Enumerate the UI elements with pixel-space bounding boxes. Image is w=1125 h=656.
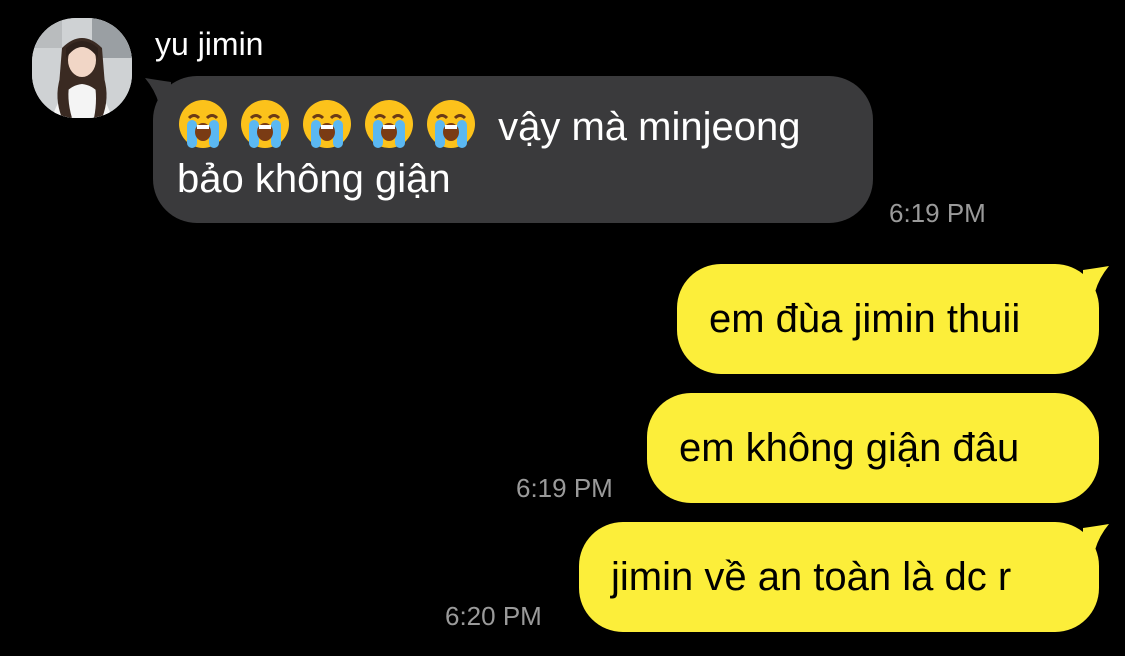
outgoing-message-text: em không giận đâu xyxy=(679,426,1020,470)
contact-name: yu jimin xyxy=(155,26,264,62)
emoji-row xyxy=(177,100,498,149)
incoming-message-bubble[interactable]: vậy mà minjeong bảo không giận xyxy=(145,76,873,223)
message-timestamp: 6:19 PM xyxy=(516,473,613,503)
bubble-tail-icon xyxy=(1083,524,1109,550)
loudly-crying-face-emoji xyxy=(177,98,229,150)
bubble-tail-icon xyxy=(145,78,171,104)
loudly-crying-face-emoji xyxy=(363,98,415,150)
message-timestamp: 6:20 PM xyxy=(445,601,542,631)
bubble-tail-icon xyxy=(1083,266,1109,292)
outgoing-message-text: jimin về an toàn là dc r xyxy=(611,555,1012,599)
loudly-crying-face-emoji xyxy=(301,98,353,150)
loudly-crying-face-emoji xyxy=(425,98,477,150)
message-timestamp: 6:19 PM xyxy=(889,198,986,228)
outgoing-message-bubble[interactable]: jimin về an toàn là dc r xyxy=(579,522,1109,632)
loudly-crying-face-emoji xyxy=(239,98,291,150)
outgoing-message-bubble[interactable]: em không giận đâu xyxy=(647,393,1099,503)
outgoing-message-bubble[interactable]: em đùa jimin thuii xyxy=(677,264,1109,374)
contact-avatar[interactable] xyxy=(32,18,132,118)
outgoing-message-text: em đùa jimin thuii xyxy=(709,297,1021,341)
